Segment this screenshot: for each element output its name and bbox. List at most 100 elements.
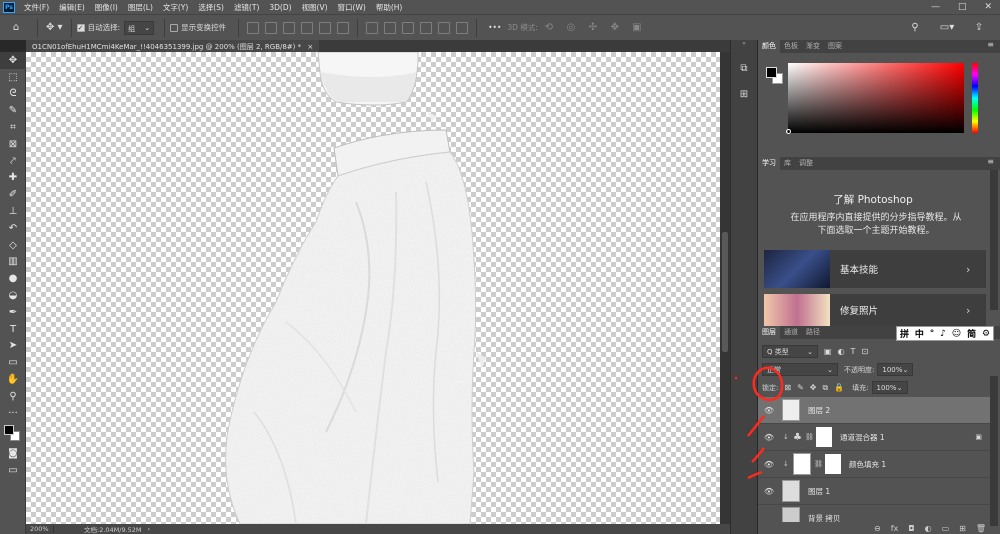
- quick-select-tool[interactable]: ✎: [0, 102, 26, 119]
- canvas-vertical-scrollbar[interactable]: [720, 52, 730, 524]
- blur-tool[interactable]: ●: [0, 270, 26, 287]
- color-swatches-widget[interactable]: [766, 67, 786, 87]
- new-group-icon[interactable]: ▭: [942, 524, 950, 533]
- tab-adjustments[interactable]: 调整: [795, 157, 817, 170]
- tab-swatches[interactable]: 色板: [780, 40, 802, 53]
- home-icon[interactable]: ⌂: [3, 19, 29, 37]
- filter-shape-icon[interactable]: ⊡: [861, 347, 868, 356]
- menu-type[interactable]: 文字(Y): [158, 2, 193, 13]
- auto-select-checkbox[interactable]: ✓: [76, 23, 85, 32]
- frame-tool[interactable]: ⊠: [0, 136, 26, 153]
- dock-scrollbar[interactable]: [990, 170, 998, 310]
- tab-patterns[interactable]: 图案: [824, 40, 846, 53]
- ime-settings-icon[interactable]: ⚙: [982, 329, 990, 339]
- quick-mask-icon[interactable]: ◙: [0, 446, 26, 463]
- stamp-tool[interactable]: ⊥: [0, 203, 26, 220]
- document-tab[interactable]: O1CN01ofEhuH1MCmi4KeMar_!!4046351399.jpg…: [26, 40, 320, 52]
- new-layer-icon[interactable]: ⊞: [959, 524, 966, 533]
- show-transform-checkbox[interactable]: [170, 23, 179, 32]
- lock-image-icon[interactable]: ✎: [797, 383, 804, 392]
- tab-libraries[interactable]: 库: [780, 157, 795, 170]
- ime-toolbar[interactable]: 拼 中 ° ♪ ☺ 简 ⚙: [896, 326, 994, 341]
- ime-punctuation-icon[interactable]: °: [930, 329, 935, 339]
- menu-help[interactable]: 帮助(H): [371, 2, 408, 13]
- menu-file[interactable]: 文件(F): [19, 2, 54, 13]
- panel-menu-icon[interactable]: ≡: [987, 157, 994, 166]
- eyedropper-tool[interactable]: ⤤: [0, 153, 26, 170]
- history-panel-icon[interactable]: ⧉: [735, 60, 753, 76]
- panel-menu-icon[interactable]: ≡: [987, 40, 994, 49]
- hue-slider[interactable]: [972, 63, 978, 133]
- lock-artboard-icon[interactable]: ⧉: [822, 383, 828, 393]
- minimize-button[interactable]: —: [931, 2, 940, 12]
- new-adjustment-icon[interactable]: ◐: [925, 524, 932, 533]
- distribute-center-icon[interactable]: [384, 21, 397, 34]
- lock-all-icon[interactable]: 🔒: [834, 383, 844, 392]
- menu-select[interactable]: 选择(S): [193, 2, 229, 13]
- close-window-button[interactable]: ✕: [984, 2, 992, 12]
- close-tab-icon[interactable]: ×: [307, 43, 313, 51]
- properties-panel-icon[interactable]: ⊞: [735, 86, 753, 102]
- auto-select-dropdown[interactable]: 组 ⌄: [124, 20, 155, 35]
- healing-tool[interactable]: ✚: [0, 170, 26, 187]
- learn-card-fix-photo[interactable]: 修复照片 ›: [764, 294, 986, 326]
- path-select-tool[interactable]: ➤: [0, 338, 26, 355]
- tab-channels[interactable]: 通道: [780, 326, 802, 339]
- distribute-top-icon[interactable]: [366, 21, 379, 34]
- layer-name[interactable]: 通道混合器 1: [840, 432, 885, 443]
- screen-mode-icon[interactable]: ▭: [0, 462, 26, 479]
- delete-layer-icon[interactable]: 🗑: [976, 524, 986, 533]
- move-tool[interactable]: ✥: [0, 52, 26, 69]
- menu-view[interactable]: 视图(V): [297, 2, 333, 13]
- filter-pixel-icon[interactable]: ▣: [824, 347, 832, 356]
- distribute-bottom-icon[interactable]: [402, 21, 415, 34]
- distribute-left-icon[interactable]: [420, 21, 433, 34]
- lock-position-icon[interactable]: ✥: [810, 383, 817, 392]
- menu-filter[interactable]: 滤镜(T): [229, 2, 264, 13]
- eraser-tool[interactable]: ◇: [0, 237, 26, 254]
- align-center-h-icon[interactable]: [265, 21, 278, 34]
- layer-filter-dropdown[interactable]: Q 类型 ⌄: [762, 345, 818, 358]
- foreground-color-swatch[interactable]: [766, 67, 777, 78]
- pen-tool[interactable]: ✒: [0, 304, 26, 321]
- document-canvas[interactable]: [26, 52, 720, 524]
- visibility-eye-icon[interactable]: 👁: [758, 487, 780, 496]
- align-right-icon[interactable]: [283, 21, 296, 34]
- filter-adjustment-icon[interactable]: ◐: [838, 347, 845, 356]
- zoom-tool[interactable]: ⚲: [0, 388, 26, 405]
- collapse-arrows-icon[interactable]: «: [731, 40, 757, 50]
- layer-row[interactable]: 👁 ↓ ♣ ⛓ 通道混合器 1 ▣: [758, 424, 990, 451]
- layer-name[interactable]: 颜色填充 1: [849, 459, 886, 470]
- fill-input[interactable]: 100% ⌄: [871, 381, 908, 394]
- history-brush-tool[interactable]: ↶: [0, 220, 26, 237]
- shape-tool[interactable]: ▭: [0, 354, 26, 371]
- menu-layer[interactable]: 图层(L): [123, 2, 158, 13]
- tab-layers[interactable]: 图层: [758, 326, 780, 339]
- menu-3d[interactable]: 3D(D): [264, 3, 296, 12]
- brush-tool[interactable]: ✐: [0, 186, 26, 203]
- lasso-tool[interactable]: ᘓ: [0, 86, 26, 103]
- distribute-right-icon[interactable]: [456, 21, 469, 34]
- layer-row[interactable]: 👁 图层 2: [758, 397, 990, 424]
- distribute-hcenter-icon[interactable]: [438, 21, 451, 34]
- align-center-v-icon[interactable]: [319, 21, 332, 34]
- visibility-eye-icon[interactable]: 👁: [758, 406, 780, 415]
- edit-toolbar[interactable]: ···: [0, 405, 26, 422]
- toolbar-color-swatches[interactable]: [0, 422, 26, 446]
- learn-card-basic-skills[interactable]: 基本技能 ›: [764, 250, 986, 288]
- filter-type-icon[interactable]: T: [851, 347, 856, 356]
- align-left-icon[interactable]: [247, 21, 260, 34]
- blend-mode-dropdown[interactable]: 正常 ⌄: [762, 363, 838, 376]
- color-picker-field[interactable]: [788, 63, 964, 133]
- tab-paths[interactable]: 路径: [802, 326, 824, 339]
- lock-transparent-icon[interactable]: ⊠: [784, 383, 791, 392]
- visibility-eye-icon[interactable]: 👁: [758, 433, 780, 442]
- tab-gradients[interactable]: 渐变: [802, 40, 824, 53]
- search-icon[interactable]: ⚲: [907, 19, 923, 37]
- zoom-level[interactable]: 200%: [26, 525, 54, 533]
- ime-simplified-mode[interactable]: 简: [967, 327, 976, 340]
- menu-window[interactable]: 窗口(W): [333, 2, 371, 13]
- layers-scrollbar[interactable]: [990, 376, 998, 526]
- link-layers-icon[interactable]: ⊖: [874, 524, 881, 533]
- maximize-button[interactable]: □: [958, 2, 967, 12]
